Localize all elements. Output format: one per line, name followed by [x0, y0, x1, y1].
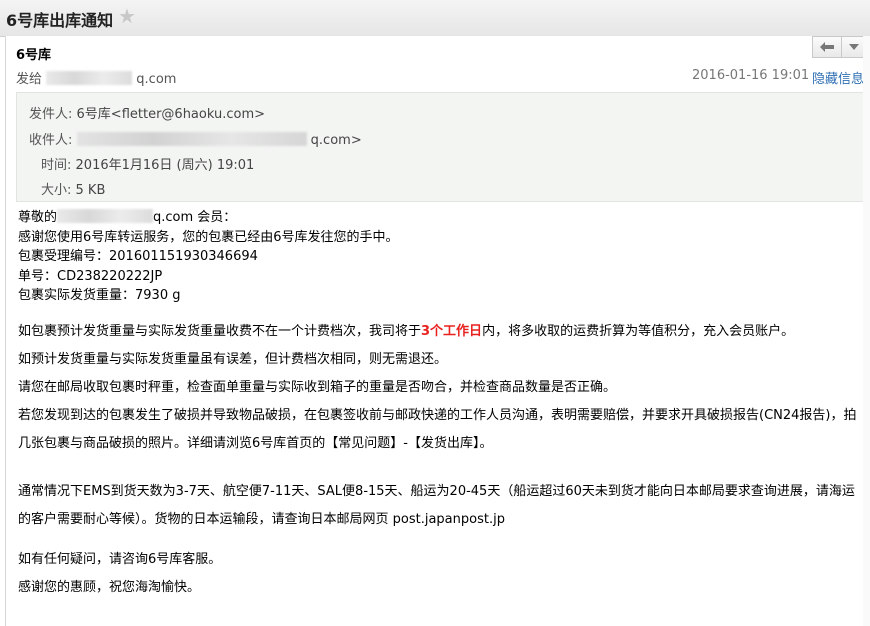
redacted-member	[57, 209, 154, 223]
paragraph-damage: 若您发现到达的包裹发生了破损并导致物品破损，在包裹签收前与邮政快递的工作人员沟通…	[18, 407, 857, 451]
recipient-line: 发给 q.com	[16, 68, 176, 87]
scrollbar[interactable]	[863, 36, 870, 626]
sender-name: 6号库	[16, 48, 52, 63]
refund-text-after: 内，将多收取的运费折算为等值积分，充入会员账户。	[482, 323, 795, 339]
refund-highlight: 3个工作日	[421, 323, 483, 339]
hide-info-link[interactable]: 隐藏信息	[812, 68, 864, 87]
mail-title-bar: 6号库出库通知 ★	[0, 0, 870, 37]
time-row: 时间: 2016年1月16日 (周六) 19:01	[41, 154, 254, 173]
body-line-4: 包裹实际发货重量：7930 g	[18, 288, 181, 303]
redacted-recipient	[46, 71, 133, 85]
mail-body: 尊敬的 q.com 会员： 感谢您使用6号库转运服务，您的包裹已经由6号库发往您的…	[18, 208, 858, 602]
paragraph-refund: 如包裹预计发货重量与实际发货重量收费不在一个计费档次，我司将于3个工作日内，将多…	[18, 318, 858, 346]
to-value-tail: q.com>	[310, 133, 362, 148]
time-label: 时间:	[41, 158, 72, 173]
to-row: 收件人: q.com>	[29, 129, 362, 148]
body-line-3: 单号：CD238220222JP	[18, 268, 163, 284]
greeting: 尊敬的 q.com 会员：	[18, 208, 858, 228]
to-suffix: q.com	[136, 72, 177, 87]
paragraph-weight: 如预计发货重量与实际发货重量虽有误差，但计费档次相同，则无需退还。	[18, 351, 448, 367]
from-label: 发件人:	[29, 107, 73, 122]
star-icon[interactable]: ★	[118, 4, 136, 28]
size-value: 5 KB	[75, 183, 106, 198]
from-value: 6号库<fletter@6haoku.com>	[76, 107, 266, 122]
from-row: 发件人: 6号库<fletter@6haoku.com>	[29, 103, 265, 122]
body-line-1: 感谢您使用6号库转运服务，您的包裹已经由6号库发往您的手中。	[18, 229, 399, 245]
refund-text-before: 如包裹预计发货重量与实际发货重量收费不在一个计费档次，我司将于	[18, 323, 422, 339]
mail-details-box: 发件人: 6号库<fletter@6haoku.com> 收件人: q.com>…	[16, 92, 864, 202]
mail-date: 2016-01-16 19:01	[692, 68, 810, 83]
paragraph-thanks: 感谢您的惠顾，祝您海淘愉快。	[18, 579, 201, 595]
to-label: 收件人:	[29, 133, 73, 148]
greeting-prefix: 尊敬的	[18, 210, 58, 225]
paragraph-check: 请您在邮局收取包裹时秤重，检查面单重量与实际收到箱子的重量是否吻合，并检查商品数…	[18, 379, 617, 395]
size-label: 大小:	[41, 183, 72, 198]
mail-actions	[812, 36, 867, 58]
time-value: 2016年1月16日 (周六) 19:01	[75, 158, 255, 173]
to-prefix: 发给	[16, 72, 43, 87]
reply-icon	[820, 42, 834, 52]
mail-subject: 6号库出库通知	[6, 11, 114, 30]
size-row: 大小: 5 KB	[41, 179, 105, 198]
reply-button[interactable]	[812, 36, 842, 58]
paragraph-shipping: 通常情况下EMS到货天数为3-7天、航空便7-11天、SAL便8-15天、船运为…	[18, 483, 855, 527]
redacted-to	[76, 132, 307, 146]
paragraph-contact: 如有任何疑问，请咨询6号库客服。	[18, 551, 222, 567]
chevron-down-icon	[849, 44, 859, 50]
greeting-suffix: q.com 会员：	[153, 210, 237, 225]
body-line-2: 包裹受理编号：201601151930346694	[18, 249, 258, 264]
